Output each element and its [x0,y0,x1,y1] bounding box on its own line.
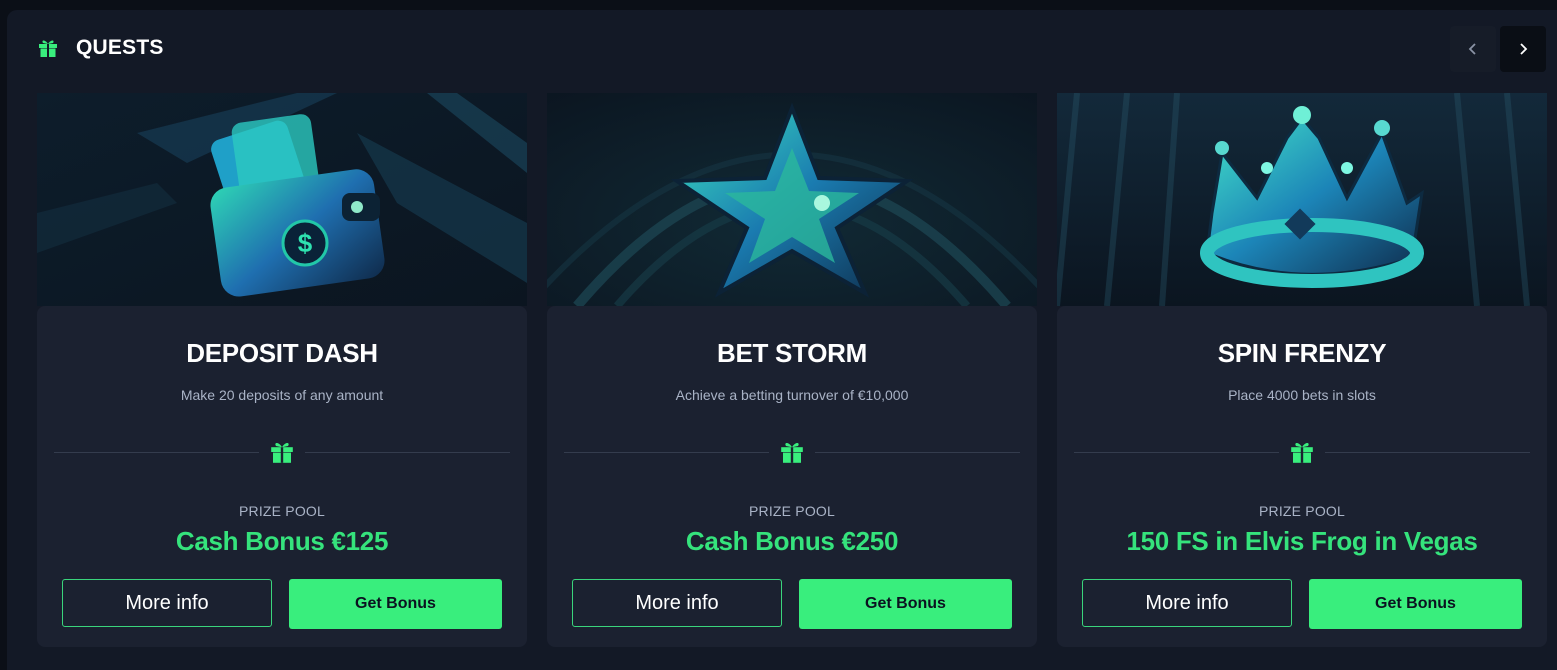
more-info-button[interactable]: More info [1082,579,1292,627]
svg-text:$: $ [298,228,313,258]
divider [1325,452,1530,453]
quest-description: Achieve a betting turnover of €10,000 [675,387,909,403]
quests-header: QUESTS [38,36,164,60]
prize-pool-label: PRIZE POOL [1258,503,1346,519]
prize-value: 150 FS in Elvis Frog in Vegas [1126,526,1478,556]
quest-art: $ [37,93,527,306]
prize-pool-label: PRIZE POOL [238,503,326,519]
quest-title: BET STORM [717,338,867,368]
prize-value: Cash Bonus €125 [175,526,389,556]
wallet-icon: $ [37,93,527,306]
gift-icon [781,443,803,463]
quest-description: Make 20 deposits of any amount [180,387,384,403]
quest-description: Place 4000 bets in slots [1228,387,1376,403]
divider [305,452,510,453]
crown-icon [1057,93,1547,306]
more-info-button[interactable]: More info [572,579,782,627]
get-bonus-button[interactable]: Get Bonus [799,579,1012,629]
quest-card-body: SPIN FRENZY Place 4000 bets in slots PRI… [1057,306,1547,647]
quest-title: DEPOSIT DASH [186,338,378,368]
quest-card-body: BET STORM Achieve a betting turnover of … [547,306,1037,647]
chevron-left-icon [1468,43,1476,55]
divider [815,452,1020,453]
divider [54,452,259,453]
quest-art [1057,93,1547,306]
divider [564,452,769,453]
page-title: QUESTS [76,36,164,59]
quest-art [547,93,1037,306]
divider [1074,452,1279,453]
prev-button[interactable] [1450,26,1496,72]
get-bonus-button[interactable]: Get Bonus [1309,579,1522,629]
gift-icon [271,443,293,463]
more-info-button[interactable]: More info [62,579,272,627]
prize-value: Cash Bonus €250 [685,526,899,556]
next-button[interactable] [1500,26,1546,72]
prize-pool-label: PRIZE POOL [748,503,836,519]
chevron-right-icon [1520,43,1528,55]
quest-card-deposit-dash: $ DEPOSIT DASH Make 20 deposits of any a… [37,93,527,648]
quest-title: SPIN FRENZY [1217,338,1387,368]
get-bonus-button[interactable]: Get Bonus [289,579,502,629]
gift-icon [1291,443,1313,463]
star-icon [547,93,1037,306]
quest-card-body: DEPOSIT DASH Make 20 deposits of any amo… [37,306,527,647]
gift-icon [39,40,57,57]
quest-card-bet-storm: BET STORM Achieve a betting turnover of … [547,93,1037,648]
quest-card-spin-frenzy: SPIN FRENZY Place 4000 bets in slots PRI… [1057,93,1547,648]
